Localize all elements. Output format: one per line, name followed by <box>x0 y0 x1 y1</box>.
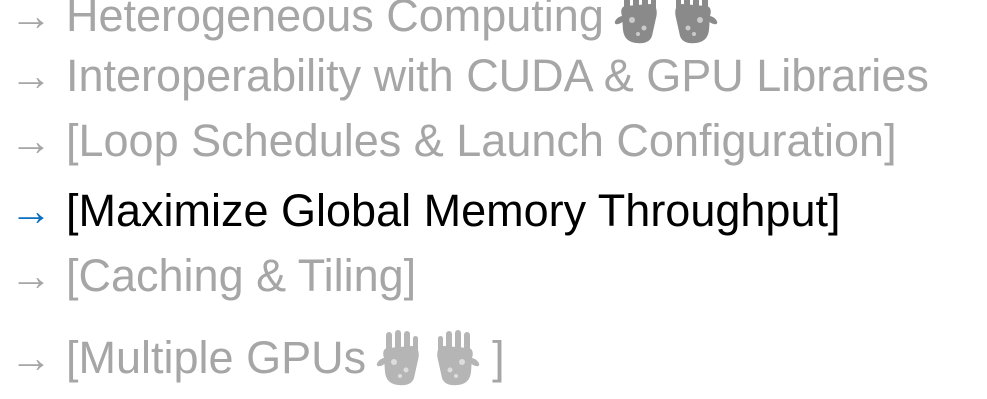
agenda-item-global-memory-throughput: → [Maximize Global Memory Throughput] <box>10 183 840 239</box>
closing-bracket: ] <box>492 332 505 383</box>
agenda-list: → Heterogeneous Computing → Interoperabi… <box>0 0 987 399</box>
agenda-item-caching-tiling: → [Caching & Tiling] <box>10 248 416 304</box>
agenda-item-loop-schedules: → [Loop Schedules & Launch Configuration… <box>10 113 897 169</box>
arrow-icon: → <box>10 0 52 39</box>
arrow-icon: → <box>10 252 52 299</box>
arrow-icon: → <box>10 117 52 164</box>
agenda-item-label: [Multiple GPUs <box>66 332 367 383</box>
arrow-icon: → <box>10 52 52 99</box>
agenda-item-label: Interoperability with CUDA & GPU Librari… <box>66 50 929 101</box>
arrow-icon: → <box>10 334 52 381</box>
agenda-item-label: Heterogeneous Computing <box>66 0 604 41</box>
handprints-icon <box>374 330 482 386</box>
arrow-icon: → <box>10 187 52 234</box>
agenda-item-label: [Loop Schedules & Launch Configuration] <box>66 115 897 166</box>
handprints-icon <box>612 0 720 44</box>
agenda-item-label: [Caching & Tiling] <box>66 250 417 301</box>
agenda-item-multiple-gpus: → [Multiple GPUs] <box>10 330 505 386</box>
agenda-item-heterogeneous-computing: → Heterogeneous Computing <box>10 0 720 44</box>
agenda-item-label: [Maximize Global Memory Throughput] <box>66 185 841 236</box>
agenda-item-interoperability: → Interoperability with CUDA & GPU Libra… <box>10 48 929 104</box>
